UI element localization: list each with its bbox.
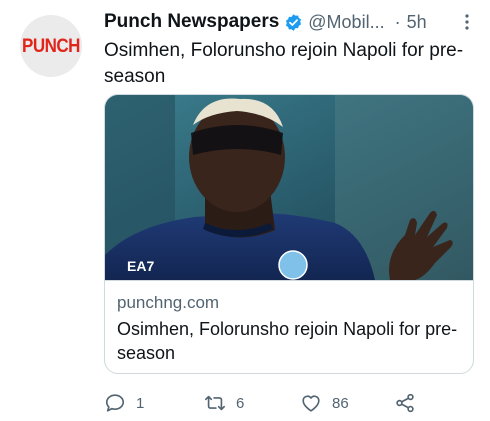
card-domain: punchng.com [117, 293, 220, 312]
link-preview-card[interactable]: EA7 punchng.com Osimhen, Folorunsho rejo… [104, 94, 474, 374]
reply-icon [105, 394, 125, 412]
like-count: 86 [332, 394, 349, 412]
user-handle[interactable]: @Mobil... [308, 12, 384, 33]
retweet-icon [205, 395, 225, 411]
separator-dot: · [394, 11, 401, 32]
tweet-header: Punch Newspapers @Mobil... · 5h [104, 10, 474, 34]
more-options-icon[interactable] [460, 12, 474, 32]
card-info: punchng.com Osimhen, Folorunsho rejoin N… [105, 280, 473, 373]
tweet-actions: 1 6 86 [104, 390, 434, 416]
like-icon [302, 395, 320, 412]
tweet-text: Osimhen, Folorunsho rejoin Napoli for pr… [104, 40, 464, 87]
retweet-button[interactable]: 6 [204, 390, 244, 416]
timestamp[interactable]: 5h [407, 12, 427, 33]
reply-count: 1 [136, 394, 145, 412]
punch-logo: PUNCH [22, 34, 80, 57]
share-icon [396, 393, 414, 413]
reply-button[interactable]: 1 [104, 390, 144, 416]
profile-avatar[interactable]: PUNCH [20, 15, 82, 77]
retweet-count: 6 [236, 394, 245, 412]
verified-badge-icon [286, 13, 302, 31]
article-image: EA7 [105, 95, 473, 280]
share-button[interactable] [394, 390, 416, 416]
like-button[interactable]: 86 [300, 390, 349, 416]
jersey-text: EA7 [127, 258, 154, 274]
card-title: Osimhen, Folorunsho rejoin Napoli for pr… [117, 319, 458, 363]
display-name[interactable]: Punch Newspapers [104, 11, 279, 33]
